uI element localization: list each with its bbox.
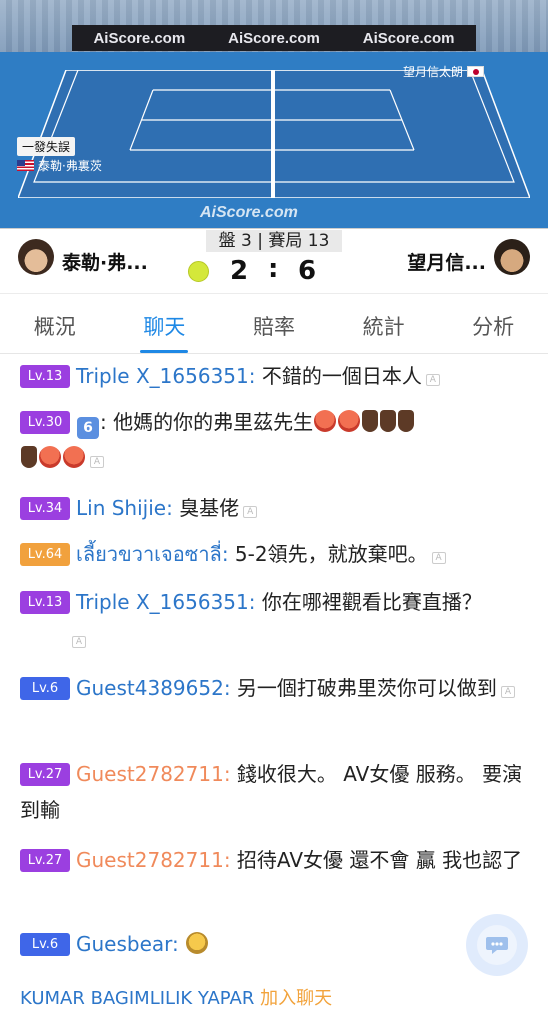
chat-username[interactable]: Guest4389652 xyxy=(76,676,224,700)
court-player-right-name: 望月信太朗 xyxy=(402,65,463,79)
join-username[interactable]: KUMAR BAGIMLILIK YAPAR xyxy=(20,988,254,1009)
tennis-ball-icon xyxy=(188,261,209,282)
translate-icon[interactable]: A xyxy=(72,636,86,648)
level-badge: Lv.13 xyxy=(20,365,70,388)
chat-message: Lv.34 Lin Shijie: 臭基佬 A xyxy=(20,490,530,526)
watermark: AiScore.com xyxy=(200,204,298,221)
tab-chat[interactable]: 聊天 xyxy=(110,296,220,353)
serve-status-tag: 一發失誤 xyxy=(17,137,76,156)
tab-analysis[interactable]: 分析 xyxy=(438,296,548,353)
banner-brand: AiScore.com xyxy=(362,29,455,47)
translate-icon[interactable]: A xyxy=(431,552,446,564)
level-badge: Lv.27 xyxy=(20,849,70,872)
middle-finger-icon xyxy=(21,446,37,468)
chat-message: Lv.13 Triple X_1656351: 你在哪裡觀看比賽直播？ A xyxy=(20,584,530,656)
tab-odds[interactable]: 賠率 xyxy=(219,296,329,353)
court-player-left: 泰勒·弗裏茨 xyxy=(17,157,102,174)
player-left-name[interactable]: 泰勒·弗... xyxy=(62,248,148,275)
tennis-court xyxy=(16,58,532,199)
player-left-score: 2 xyxy=(230,256,249,286)
translate-icon[interactable]: A xyxy=(500,686,515,698)
chat-message: Lv.27 Guest2782711: 招待AV女優 還不會 贏 我也認了 xyxy=(20,842,530,878)
chat-username[interactable]: Guesbear xyxy=(76,932,172,956)
thumbs-down-icon xyxy=(362,410,379,432)
player-right-score: 6 xyxy=(298,256,317,286)
level-badge: Lv.34 xyxy=(20,497,70,520)
match-tabs: 概況 聊天 賠率 統計 分析 xyxy=(0,296,548,354)
chat-list[interactable]: Lv.13 Triple X_1656351: 不錯的一個日本人 A Lv.30 6:… xyxy=(0,354,548,1000)
thumbs-down-icon xyxy=(398,410,415,432)
level-badge: Lv.6 xyxy=(20,933,70,956)
chat-text: 他媽的你的弗里茲先生 xyxy=(113,410,314,434)
angry-face-icon xyxy=(39,446,61,468)
chat-username[interactable]: Guest2782711 xyxy=(76,848,224,872)
chat-text: 5-2領先，就放棄吧。 xyxy=(234,542,428,566)
set-game-indicator: 盤 3 | 賽局 13 xyxy=(206,230,342,252)
tab-overview[interactable]: 概況 xyxy=(0,296,110,353)
angry-face-icon xyxy=(314,410,337,432)
facepalm-icon xyxy=(186,932,209,954)
keycap-six-icon: 6 xyxy=(77,417,99,439)
chat-bubble-icon xyxy=(477,925,517,965)
level-badge: Lv.6 xyxy=(20,677,70,700)
level-badge: Lv.64 xyxy=(20,543,70,566)
chat-username[interactable]: เลี้ยวขวาเจอซาลี่ xyxy=(76,542,222,566)
chat-message: Lv.13 Triple X_1656351: 不錯的一個日本人 A xyxy=(20,358,530,394)
tab-stats[interactable]: 統計 xyxy=(329,296,439,353)
translate-icon[interactable]: A xyxy=(243,506,258,518)
chat-username[interactable]: Triple X_1656351 xyxy=(76,364,249,388)
join-chat-notice: KUMAR BAGIMLILIK YAPAR 加入聊天 xyxy=(20,984,332,1010)
banner-brand: AiScore.com xyxy=(93,29,186,47)
chat-text: 你在哪裡觀看比賽直播？ xyxy=(261,590,482,614)
chat-input-button[interactable] xyxy=(466,914,528,976)
chat-message: Lv.64 เลี้ยวขวาเจอซาลี่: 5-2領先，就放棄吧。 A xyxy=(20,536,530,572)
player-left-avatar[interactable] xyxy=(18,239,54,275)
chat-username[interactable]: Triple X_1656351 xyxy=(76,590,249,614)
score-bar: 盤 3 | 賽局 13 泰勒·弗... 2 : 6 望月信... xyxy=(0,228,548,294)
chat-bubble-glyph xyxy=(486,937,508,954)
us-flag-icon xyxy=(17,160,34,171)
angry-face-icon xyxy=(63,446,85,468)
angry-face-icon xyxy=(338,410,361,432)
sponsor-banner: AiScore.com AiScore.com AiScore.com xyxy=(72,25,476,51)
translate-icon[interactable]: A xyxy=(90,456,104,468)
chat-text: 不錯的一個日本人 xyxy=(261,364,422,388)
player-right-avatar[interactable] xyxy=(494,239,530,275)
banner-brand: AiScore.com xyxy=(228,29,320,47)
chat-text: 招待AV女優 還不會 贏 我也認了 xyxy=(236,848,523,872)
player-right-name[interactable]: 望月信... xyxy=(407,248,486,275)
chat-text: 另一個打破弗里茨你可以做到 xyxy=(236,676,497,700)
chat-message: Lv.6 Guesbear: xyxy=(20,926,530,962)
court-player-left-name: 泰勒·弗裏茨 xyxy=(38,159,102,173)
level-badge: Lv.27 xyxy=(20,763,70,786)
court-player-right: 望月信太朗 xyxy=(403,63,484,80)
chat-message: Lv.30 6: 他媽的你的弗里茲先生 A xyxy=(20,404,530,476)
translate-icon[interactable]: A xyxy=(425,374,440,386)
chat-text: 臭基佬 xyxy=(179,496,240,520)
chat-message: Lv.6 Guest4389652: 另一個打破弗里茨你可以做到 A xyxy=(20,670,530,706)
live-court-view: AiScore.com AiScore.com AiScore.com AiSc… xyxy=(0,0,548,228)
score-separator: : xyxy=(268,254,279,284)
level-badge: Lv.30 xyxy=(20,411,70,434)
level-badge: Lv.13 xyxy=(20,591,70,614)
chat-username[interactable]: Lin Shijie xyxy=(76,496,166,520)
japan-flag-icon xyxy=(467,66,484,77)
middle-finger-icon xyxy=(380,410,397,432)
join-action-text: 加入聊天 xyxy=(260,988,333,1009)
court-lines xyxy=(16,58,532,199)
chat-username[interactable]: Guest2782711 xyxy=(76,762,224,786)
chat-message: Lv.27 Guest2782711: 錢收很大。 AV女優 服務。 要演到輸 xyxy=(20,762,523,822)
